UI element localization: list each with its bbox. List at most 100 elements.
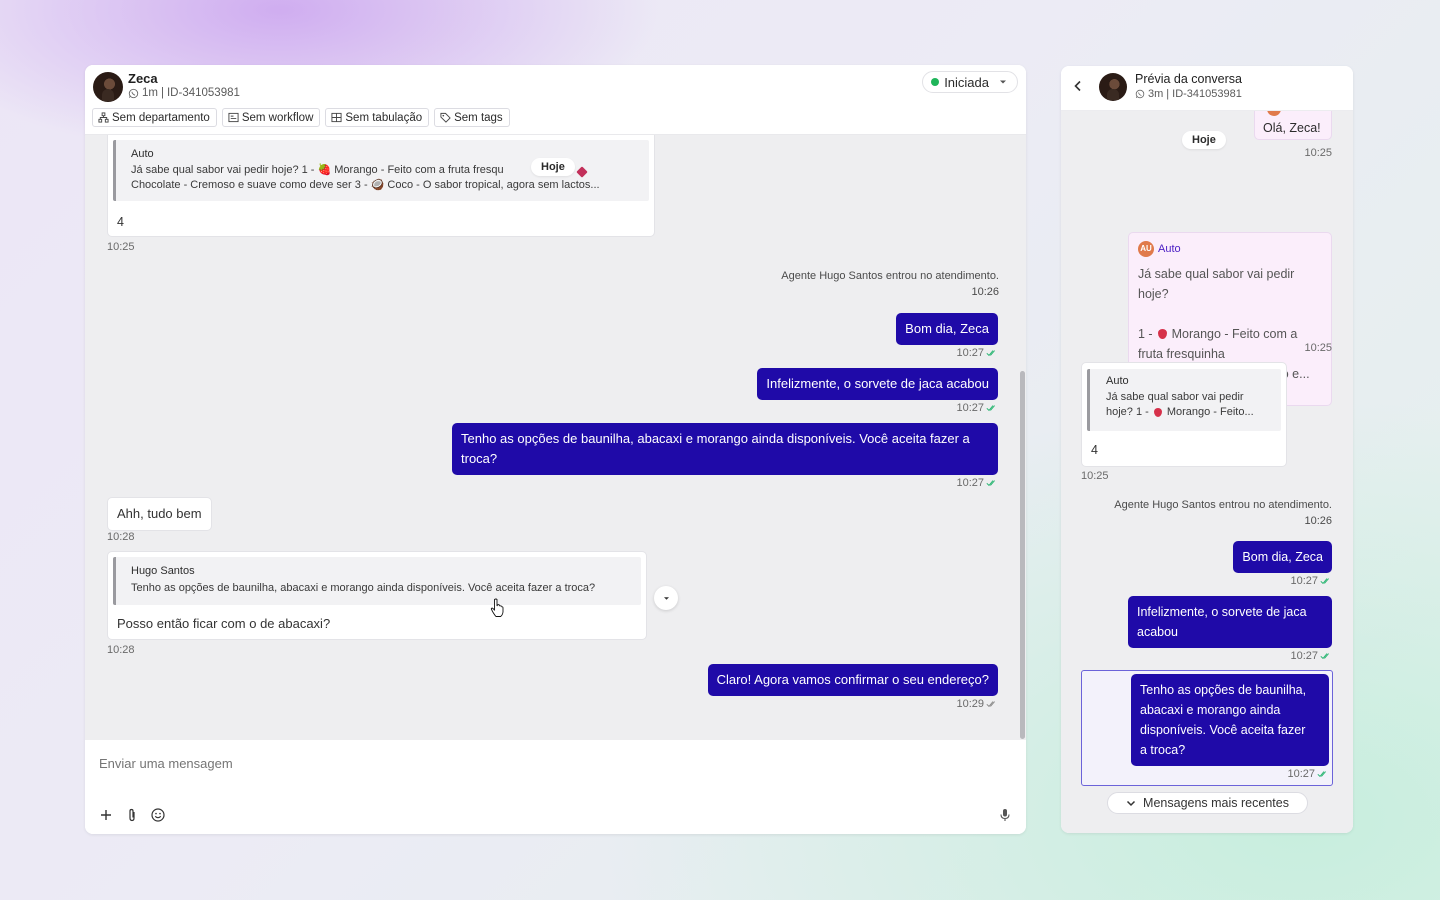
contact-avatar: [1099, 73, 1127, 101]
contact-id: ID-341053981: [1172, 88, 1242, 100]
message-time: 10:27: [1290, 575, 1332, 587]
message-line: Infelizmente, o sorvete de jaca: [1137, 605, 1307, 619]
table-icon: [331, 112, 342, 123]
chevron-down-icon: [1126, 800, 1136, 807]
outgoing-message[interactable]: Claro! Agora vamos confirmar o seu ender…: [707, 664, 998, 696]
system-message: Agente Hugo Santos entrou no atendimento…: [781, 268, 999, 300]
emoji-icon[interactable]: [150, 807, 166, 823]
message-time-text: 10:29: [956, 698, 984, 710]
message-input[interactable]: [99, 756, 699, 771]
quoted-message[interactable]: Auto Já sabe qual sabor vai pedir hoje? …: [1087, 369, 1281, 431]
whatsapp-icon: [1135, 89, 1145, 99]
chevron-down-icon: [999, 79, 1007, 85]
quoted-message[interactable]: Hugo Santos Tenho as opções de baunilha,…: [113, 557, 641, 605]
message-time: 10:29: [956, 698, 998, 710]
plus-icon[interactable]: [98, 807, 114, 823]
quote-text-part: Morango - Feito...: [1166, 406, 1254, 418]
workflow-button[interactable]: Sem workflow: [221, 108, 321, 127]
chevron-left-icon[interactable]: [1073, 80, 1082, 92]
contact-avatar[interactable]: [93, 72, 123, 102]
message-line: hoje?: [1138, 287, 1169, 301]
quote-author: Auto: [131, 148, 154, 160]
tag-icon: [440, 112, 451, 123]
message-text: Posso então ficar com o de abacaxi?: [117, 616, 331, 631]
reply-text: 4: [117, 215, 124, 229]
preview-title: Prévia da conversa: [1135, 72, 1243, 86]
option-prefix: 1 -: [1138, 327, 1153, 341]
message-time-text: 10:27: [956, 402, 984, 414]
double-check-icon: [986, 700, 998, 708]
system-message-text: Agente Hugo Santos entrou no atendimento…: [781, 270, 999, 282]
workflow-label: Sem workflow: [241, 111, 314, 124]
message-time: 10:27: [956, 477, 998, 489]
tabulation-label: Sem tabulação: [345, 111, 423, 124]
quote-line: hoje? 1 - Morango - Feito...: [1106, 405, 1281, 420]
message-time: 10:27: [956, 347, 998, 359]
outgoing-message[interactable]: Bom dia, Zeca: [896, 313, 998, 345]
chevron-down-icon: [663, 596, 670, 601]
message-text: Olá, Zeca!: [1263, 121, 1321, 135]
status-dropdown[interactable]: Iniciada: [922, 71, 1018, 93]
message-time-text: 10:27: [1290, 650, 1318, 662]
message-time: 10:27: [1287, 768, 1329, 780]
quote-text-part: hoje? 1 -: [1106, 406, 1149, 418]
quote-line: Já sabe qual sabor vai pedir: [1106, 391, 1244, 403]
last-seen: 1m: [142, 87, 158, 99]
tags-button[interactable]: Sem tags: [434, 108, 510, 127]
composer-actions: [98, 807, 166, 823]
system-message-text: Agente Hugo Santos entrou no atendimento…: [1114, 499, 1332, 511]
message-time: 10:25: [1304, 342, 1332, 354]
outgoing-message[interactable]: Infelizmente, o sorvete de jaca acabou: [1128, 596, 1332, 648]
system-message-time: 10:26: [971, 286, 999, 298]
status-dot: [931, 78, 940, 86]
message-line: troca?: [461, 451, 498, 466]
department-label: Sem departamento: [112, 111, 210, 124]
scrollbar-thumb[interactable]: [1020, 371, 1025, 739]
quote-author: Hugo Santos: [131, 565, 195, 577]
message-time: 10:28: [107, 531, 135, 543]
message-time-text: 10:27: [1290, 575, 1318, 587]
outgoing-message[interactable]: Tenho as opções de baunilha, abacaxi e m…: [452, 423, 998, 475]
option-text: Morango - Feito com a: [1171, 327, 1298, 341]
contact-name[interactable]: Zeca: [128, 71, 158, 86]
contact-meta: 3m | ID-341053981: [1135, 88, 1242, 100]
message-author: AU Auto: [1138, 239, 1322, 259]
preview-message-list[interactable]: Olá, Zeca! 10:25 Hoje AU Auto Já sabe qu…: [1061, 111, 1353, 833]
incoming-message[interactable]: Ahh, tudo bem: [107, 497, 212, 531]
tabulation-button[interactable]: Sem tabulação: [325, 108, 430, 127]
message-time: 10:25: [1304, 147, 1332, 159]
message-line: Tenho as opções de baunilha, abacaxi e m…: [461, 431, 970, 446]
chat-header: Zeca 1m | ID-341053981 Iniciada Sem depa…: [85, 65, 1026, 135]
message-line: a troca?: [1140, 743, 1186, 757]
message-time-text: 10:27: [956, 477, 984, 489]
outgoing-message-highlighted[interactable]: Tenho as opções de baunilha, abacaxi e m…: [1131, 674, 1329, 766]
outgoing-message[interactable]: Infelizmente, o sorvete de jaca acabou: [757, 368, 998, 400]
message-line: fruta fresquinha: [1138, 347, 1225, 361]
tag-row: Sem departamento Sem workflow Sem tabula…: [92, 108, 510, 127]
double-check-icon: [986, 349, 998, 357]
message-list[interactable]: Auto Já sabe qual sabor vai pedir hoje? …: [85, 135, 1026, 740]
reply-text: 4: [1091, 443, 1098, 457]
double-check-icon: [1320, 577, 1332, 585]
message-line: Tenho as opções de baunilha,: [1140, 683, 1307, 697]
message-line: disponíveis. Você aceita fazer: [1140, 723, 1306, 737]
outgoing-message[interactable]: Bom dia, Zeca: [1233, 541, 1332, 573]
last-seen: 3m: [1148, 88, 1164, 100]
newer-messages-button[interactable]: Mensagens mais recentes: [1107, 792, 1308, 814]
message-line: abacaxi e morango ainda: [1140, 703, 1281, 717]
quote-line-2: Chocolate - Cremoso e suave como deve se…: [131, 179, 600, 191]
date-separator: Hoje: [1182, 131, 1226, 149]
message-line: acabou: [1137, 625, 1179, 639]
message-options-button[interactable]: [654, 586, 678, 610]
microphone-icon[interactable]: [997, 807, 1013, 823]
paperclip-icon[interactable]: [124, 807, 140, 823]
double-check-icon: [986, 479, 998, 487]
message-time-text: 10:27: [956, 347, 984, 359]
strawberry-emoji-icon: [1157, 329, 1167, 339]
preview-header: Prévia da conversa 3m | ID-341053981: [1061, 66, 1353, 111]
message-line: Já sabe qual sabor vai pedir: [1138, 267, 1295, 281]
contact-meta: 1m | ID-341053981: [128, 87, 240, 99]
newer-messages-label: Mensagens mais recentes: [1143, 796, 1289, 810]
tags-label: Sem tags: [454, 111, 503, 124]
department-button[interactable]: Sem departamento: [92, 108, 217, 127]
